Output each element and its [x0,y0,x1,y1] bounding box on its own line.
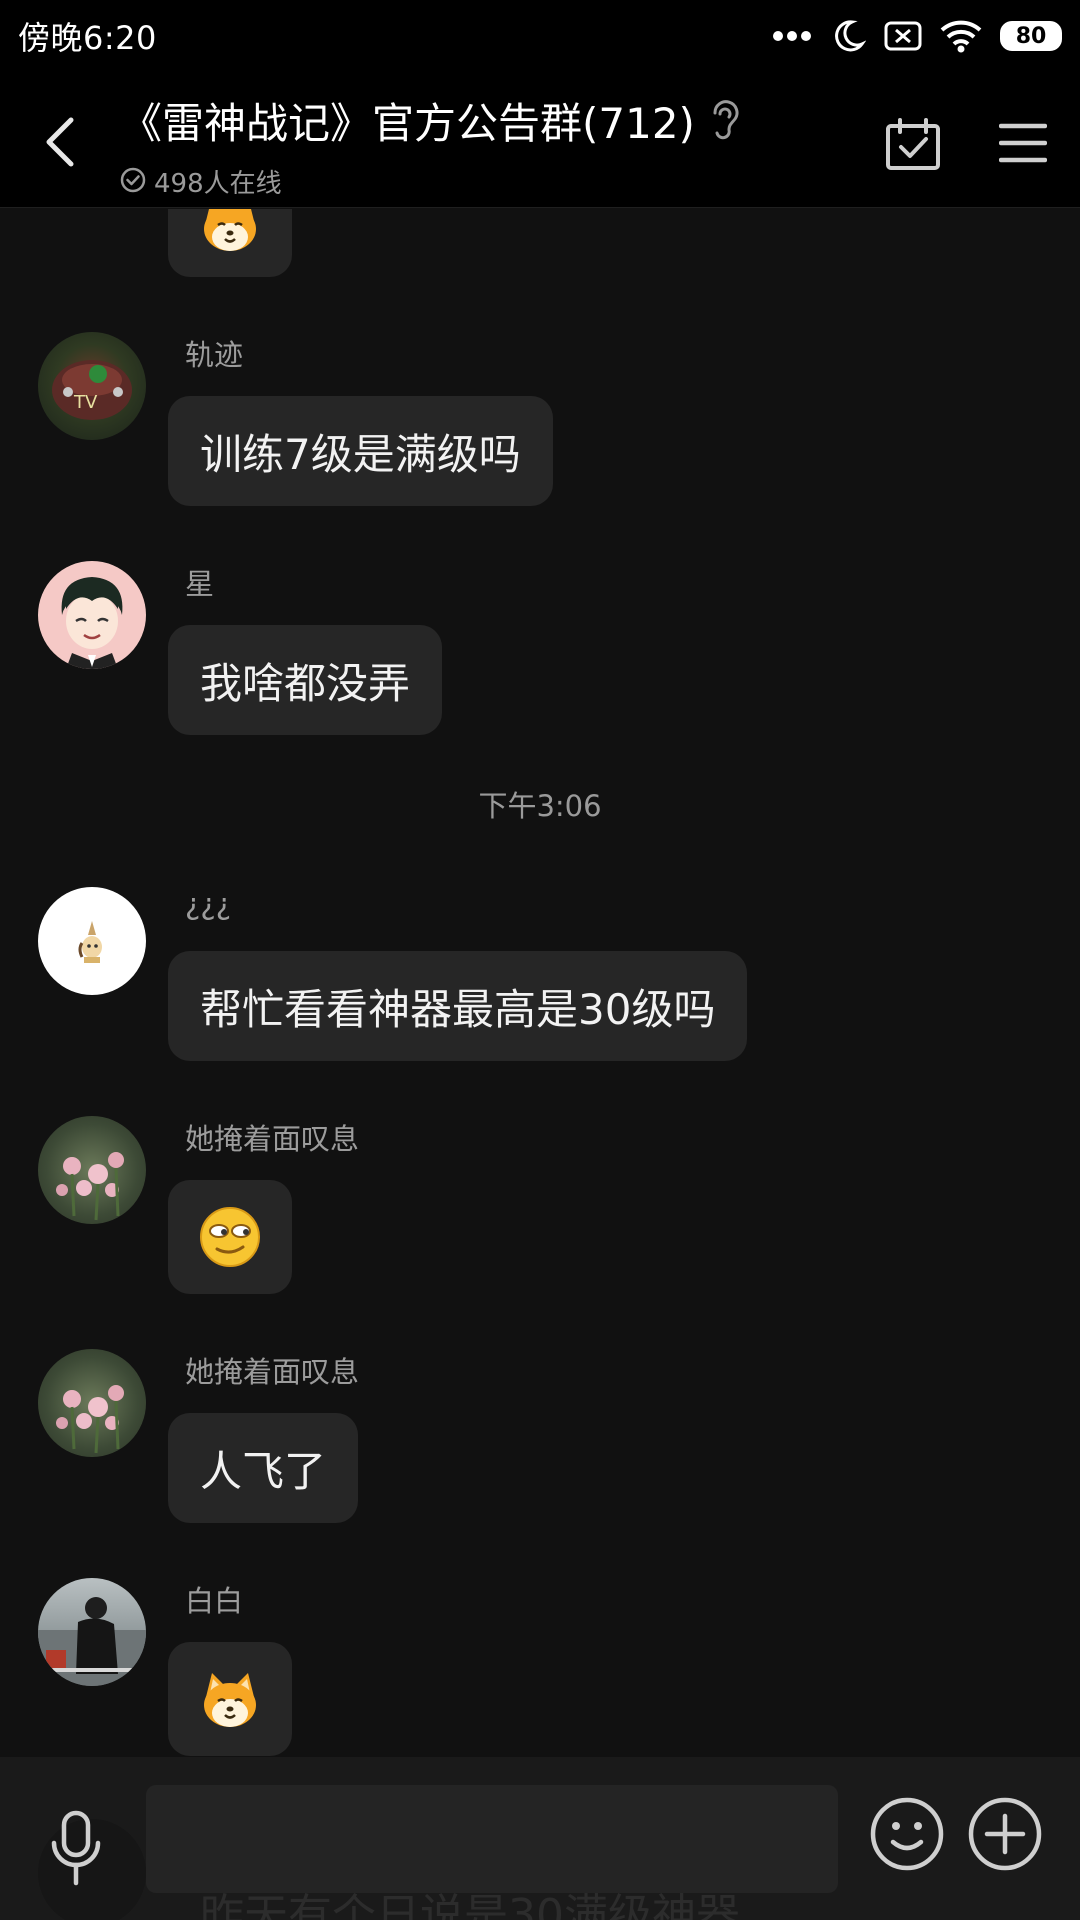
person-avatar [38,1597,146,1686]
emoji-bubble[interactable] [168,209,292,277]
voice-button[interactable] [40,1807,112,1889]
status-bar: 傍晚6:20 80 [0,0,1080,72]
microphone-icon [51,1810,101,1886]
check-circle-icon [120,167,146,197]
avatar[interactable] [38,887,146,995]
battery-icon: 80 [1000,21,1062,51]
moon-icon [830,18,866,54]
smiley-icon [870,1797,944,1871]
flowers-avatar [56,1385,124,1454]
shiba-emoji [204,1673,256,1727]
avatar[interactable] [38,561,146,669]
avatar[interactable] [38,1349,146,1457]
message-bubble[interactable]: 帮忙看看神器最高是30级吗 [168,951,748,1061]
time-divider: 下午3:06 [478,789,602,823]
sender-name: 星 [185,567,215,601]
sender-name: 白白 [185,1584,244,1618]
menu-icon [999,123,1047,163]
input-bar: 昨天有个日说是30满级神器 [0,1757,1080,1920]
unicorn-avatar [78,921,102,963]
back-arrow-icon [46,117,74,167]
emoji-bubble[interactable] [168,1180,292,1294]
message-bubble[interactable]: 训练7级是满级吗 [168,396,553,506]
svg-text:TV: TV [73,392,98,413]
emoji-bubble[interactable] [168,1642,292,1756]
message-bubble[interactable]: 人飞了 [168,1413,359,1523]
chat-screen: 傍晚6:20 80 《雷神战记》官方公告群(712) 498人在线 TV 轨迹 … [0,0,1080,1920]
cake-avatar: TV [52,360,132,420]
ear-icon[interactable] [709,97,741,145]
flowers-avatar [56,1152,124,1221]
message-input[interactable] [146,1785,838,1893]
sender-name: ¿¿¿ [185,887,232,921]
sender-name: 她掩着面叹息 [185,1122,360,1156]
shiba-emoji [204,209,256,251]
message-bubble[interactable]: 我啥都没弄 [168,625,443,735]
menu-button[interactable] [990,110,1056,176]
smirk-emoji [200,1207,260,1267]
anime-boy-avatar [61,577,123,669]
message-list[interactable]: TV 轨迹 训练7级是满级吗 星 我啥都没弄 下午3:06 ¿¿¿ 帮忙看看神器… [0,209,1080,1757]
wifi-icon [940,19,982,53]
group-title: 《雷神战记》官方公告群(712) [120,99,695,148]
online-count: 498人在线 [154,169,282,199]
calendar-button[interactable] [878,110,948,180]
group-info[interactable]: 《雷神战记》官方公告群(712) 498人在线 [120,90,760,200]
calendar-check-icon [886,118,940,170]
sim-x-icon [884,20,922,52]
avatar[interactable]: TV [38,332,146,440]
status-time: 傍晚6:20 [18,19,157,57]
emoji-button[interactable] [868,1795,946,1873]
more-dots-icon [772,30,812,42]
sender-name: 轨迹 [185,338,244,372]
back-button[interactable] [30,108,90,176]
chat-header: 《雷神战记》官方公告群(712) 498人在线 [0,72,1080,208]
avatar[interactable] [38,1116,146,1224]
status-icons: 80 [772,18,1062,54]
plus-button[interactable] [966,1795,1044,1873]
plus-icon [968,1797,1042,1871]
sender-name: 她掩着面叹息 [185,1355,360,1389]
avatar[interactable] [38,1578,146,1686]
